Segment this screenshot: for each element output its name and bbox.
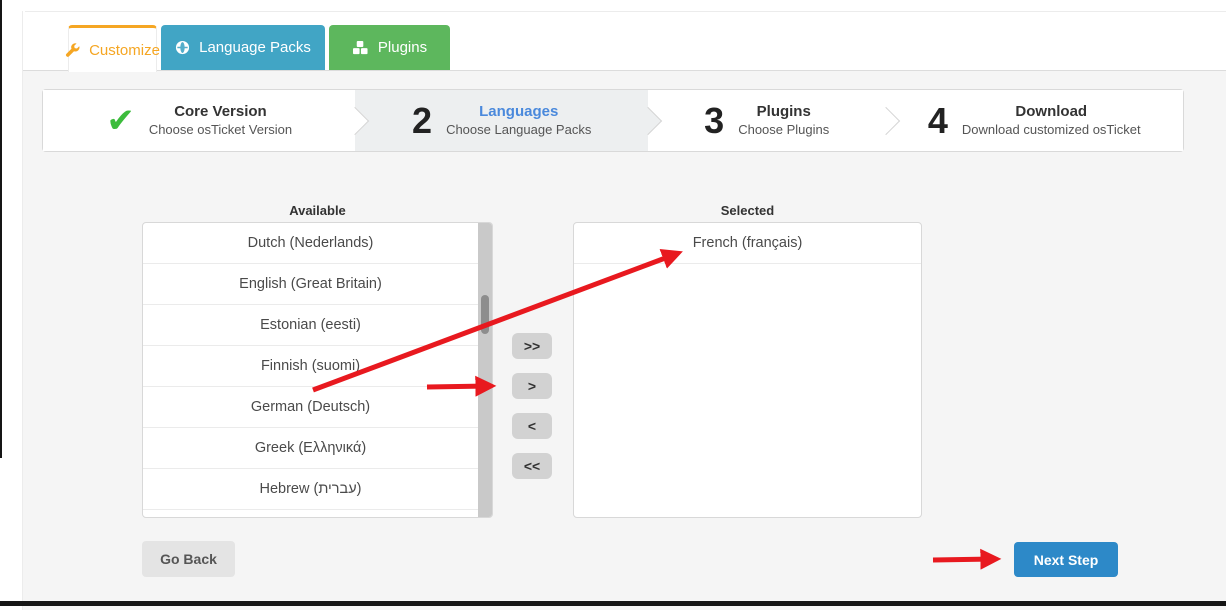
- selected-list-items: French (français): [574, 223, 921, 264]
- available-list: Dutch (Nederlands)English (Great Britain…: [142, 222, 493, 518]
- selected-list-label: Selected: [573, 203, 922, 218]
- tab-language-packs-label: Language Packs: [199, 39, 311, 56]
- list-item[interactable]: English (Great Britain): [143, 264, 478, 305]
- step-number: 4: [928, 103, 948, 139]
- move-right-button[interactable]: >: [512, 373, 552, 399]
- tabbar-divider: [23, 70, 1226, 71]
- next-step-button[interactable]: Next Step: [1014, 542, 1118, 577]
- list-item[interactable]: German (Deutsch): [143, 387, 478, 428]
- left-divider: [22, 11, 23, 610]
- globe-icon: [175, 40, 190, 55]
- step-subtitle: Choose osTicket Version: [149, 122, 292, 138]
- tab-customize[interactable]: Customize: [68, 25, 157, 72]
- step-plugins[interactable]: 3 Plugins Choose Plugins: [648, 90, 886, 151]
- step-number: 3: [704, 103, 724, 139]
- available-list-label: Available: [142, 203, 493, 218]
- go-back-button[interactable]: Go Back: [142, 541, 235, 577]
- wrench-icon: [65, 43, 80, 58]
- step-subtitle: Download customized osTicket: [962, 122, 1141, 138]
- tab-language-packs[interactable]: Language Packs: [161, 25, 325, 70]
- move-left-button[interactable]: <: [512, 413, 552, 439]
- move-all-right-button[interactable]: >>: [512, 333, 552, 359]
- tab-plugins-label: Plugins: [378, 39, 427, 56]
- step-title: Core Version: [174, 103, 267, 122]
- window-edge-bottom: [0, 601, 1226, 606]
- step-title: Download: [1015, 103, 1087, 122]
- check-icon: ✔: [106, 104, 135, 138]
- list-item[interactable]: Greek (Ελληνικά): [143, 428, 478, 469]
- window-edge-left: [0, 0, 2, 458]
- list-item[interactable]: Finnish (suomi): [143, 346, 478, 387]
- page: Customize Language Packs Plugins ✔ Core …: [0, 0, 1226, 610]
- tab-plugins[interactable]: Plugins: [329, 25, 450, 70]
- list-item[interactable]: Estonian (eesti): [143, 305, 478, 346]
- wizard-stepbar: ✔ Core Version Choose osTicket Version 2…: [42, 89, 1184, 152]
- top-divider: [25, 11, 1226, 12]
- step-number: 2: [412, 103, 432, 139]
- list-item[interactable]: Dutch (Nederlands): [143, 223, 478, 264]
- tab-customize-label: Customize: [89, 42, 160, 59]
- step-subtitle: Choose Plugins: [738, 122, 829, 138]
- step-download[interactable]: 4 Download Download customized osTicket: [886, 90, 1183, 151]
- step-title: Plugins: [757, 103, 811, 122]
- available-list-items: Dutch (Nederlands)English (Great Britain…: [143, 223, 478, 510]
- move-all-left-button[interactable]: <<: [512, 453, 552, 479]
- scrollbar-thumb[interactable]: [481, 295, 489, 334]
- step-subtitle: Choose Language Packs: [446, 122, 591, 138]
- selected-list: French (français): [573, 222, 922, 518]
- scrollbar[interactable]: [478, 223, 492, 517]
- step-languages[interactable]: 2 Languages Choose Language Packs: [355, 90, 647, 151]
- list-item[interactable]: French (français): [574, 223, 921, 264]
- cubes-icon: [352, 40, 369, 55]
- step-core-version[interactable]: ✔ Core Version Choose osTicket Version: [43, 90, 355, 151]
- list-item[interactable]: Hebrew (עברית): [143, 469, 478, 510]
- step-title: Languages: [479, 103, 558, 122]
